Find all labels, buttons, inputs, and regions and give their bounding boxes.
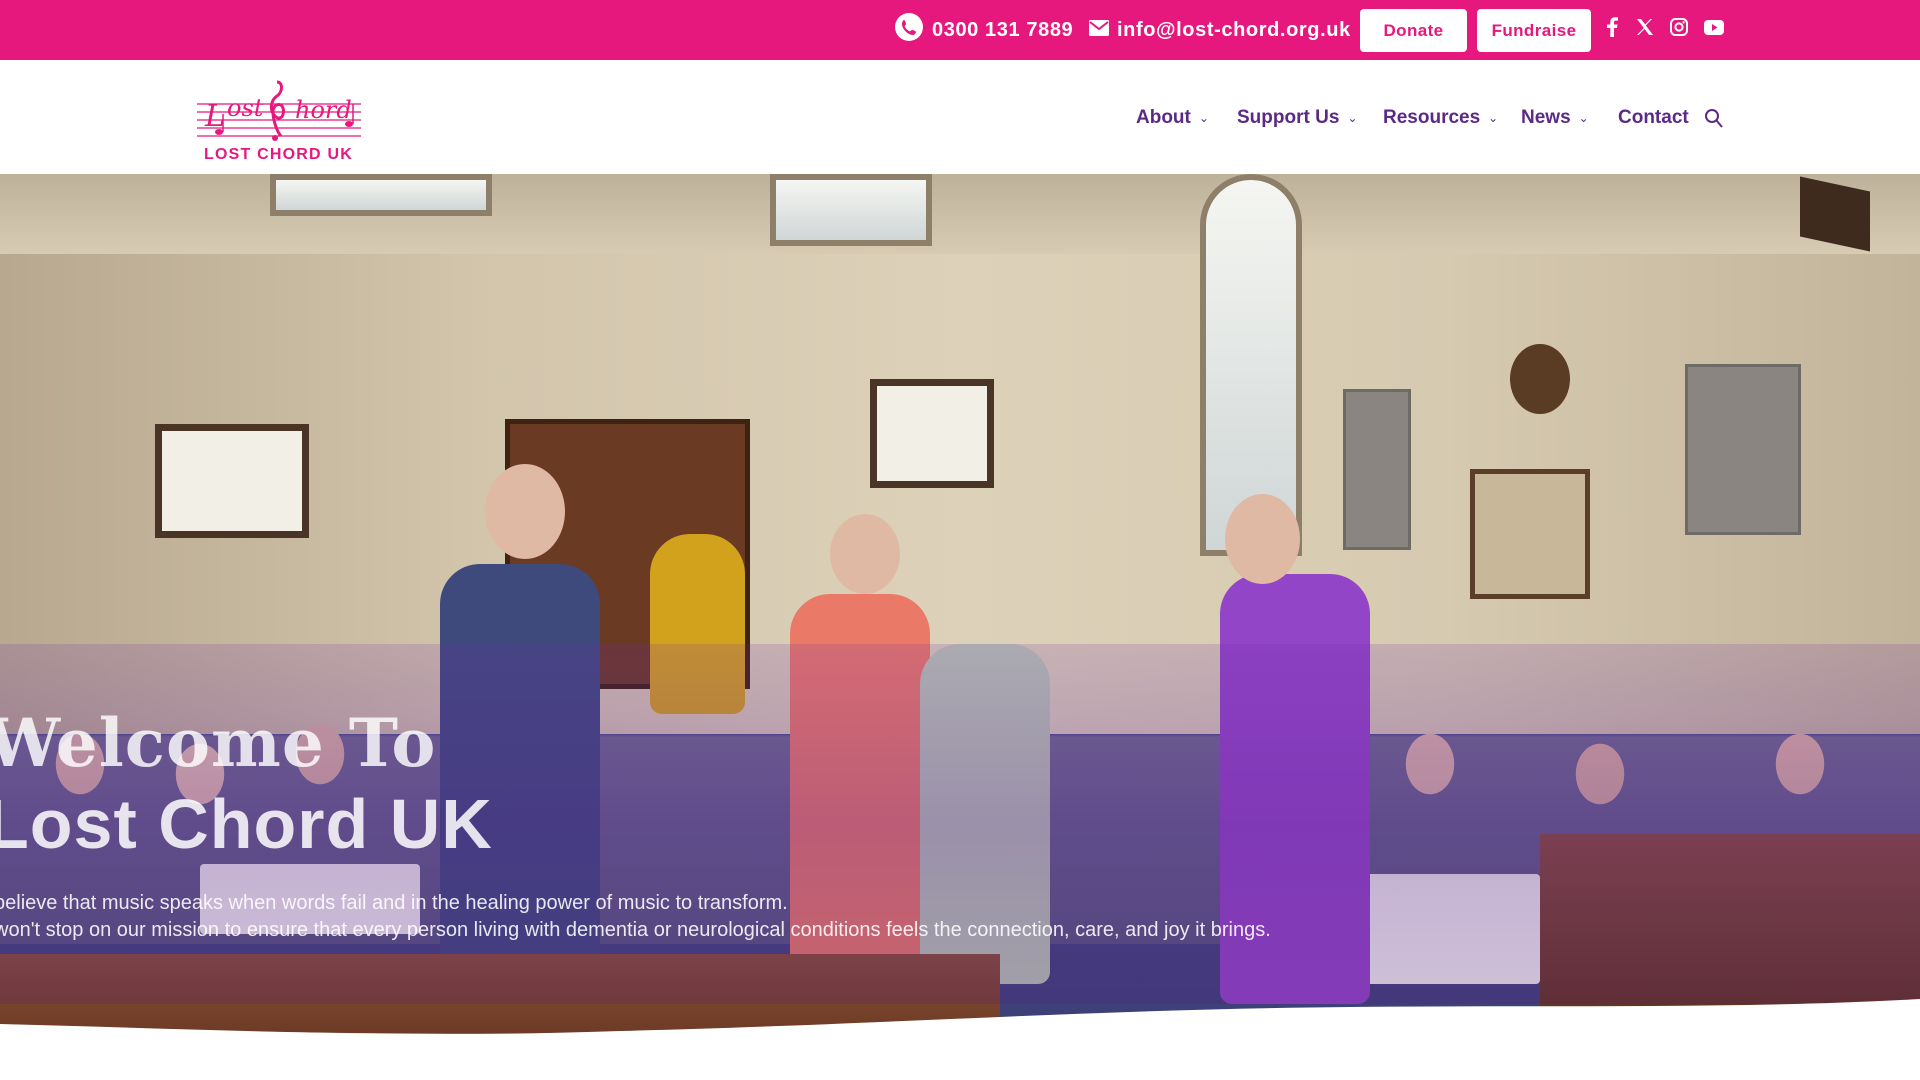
nav-contact[interactable]: Contact — [1618, 105, 1689, 131]
email-link[interactable]: info@lost-chord.org.uk — [1089, 14, 1351, 46]
search-icon[interactable] — [1704, 108, 1728, 132]
nav-about[interactable]: About ⌄ — [1136, 105, 1209, 131]
svg-text:L: L — [204, 99, 225, 134]
envelope-icon — [1089, 19, 1109, 42]
window — [770, 174, 932, 246]
hero-section: Welcome To Lost Chord UK believe that mu… — [0, 174, 1920, 1080]
facebook-icon[interactable] — [1599, 14, 1625, 40]
phone-number: 0300 131 7889 — [932, 18, 1074, 41]
hero-subtitle-line-2: won't stop on our mission to ensure that… — [0, 919, 1271, 941]
chevron-down-icon: ⌄ — [1578, 111, 1589, 125]
chevron-down-icon: ⌄ — [1347, 111, 1358, 125]
email-address: info@lost-chord.org.uk — [1117, 18, 1351, 41]
nav-resources-label: Resources — [1383, 107, 1481, 128]
hero-title: Lost Chord UK — [0, 785, 493, 863]
hero-subtitle-line-1: believe that music speaks when words fai… — [0, 892, 788, 914]
top-bar: 0300 131 7889 info@lost-chord.org.uk Don… — [0, 0, 1920, 60]
logo-text: LOST CHORD UK — [204, 146, 353, 163]
svg-text:ost: ost — [227, 94, 264, 122]
nav-news-label: News — [1521, 107, 1571, 128]
notice-board — [1470, 469, 1590, 599]
nav-support-us[interactable]: Support Us ⌄ — [1237, 105, 1357, 131]
wall-plaque — [1343, 389, 1411, 550]
nav-news[interactable]: News ⌄ — [1521, 105, 1589, 131]
nav-support-us-label: Support Us — [1237, 107, 1340, 128]
wall-clock — [1510, 344, 1570, 414]
notice-frame — [155, 424, 309, 538]
wall-plaque — [1685, 364, 1801, 535]
nav-resources[interactable]: Resources ⌄ — [1383, 105, 1498, 131]
window — [270, 174, 492, 216]
phone-icon — [894, 12, 924, 48]
svg-text:hord: hord — [295, 96, 352, 124]
head — [485, 464, 565, 559]
picture-frame — [870, 379, 994, 488]
hero-welcome: Welcome To — [0, 704, 437, 782]
nav-about-label: About — [1136, 107, 1191, 128]
youtube-icon[interactable] — [1701, 14, 1727, 40]
head — [830, 514, 900, 594]
nav-contact-label: Contact — [1618, 107, 1689, 128]
head — [1225, 494, 1300, 584]
logo-music-staff: L ost hord — [197, 80, 361, 141]
x-icon[interactable] — [1632, 14, 1658, 40]
site-header: L ost hord LOST CHORD UK About ⌄ Support … — [0, 60, 1920, 174]
wave-divider — [0, 999, 1920, 1080]
phone-link[interactable]: 0300 131 7889 — [894, 12, 1074, 48]
fundraise-button[interactable]: Fundraise — [1477, 9, 1591, 52]
chevron-down-icon: ⌄ — [1198, 111, 1209, 125]
site-logo[interactable]: L ost hord LOST CHORD UK — [191, 74, 366, 166]
instagram-icon[interactable] — [1666, 14, 1692, 40]
chevron-down-icon: ⌄ — [1488, 111, 1499, 125]
donate-button[interactable]: Donate — [1360, 9, 1467, 52]
